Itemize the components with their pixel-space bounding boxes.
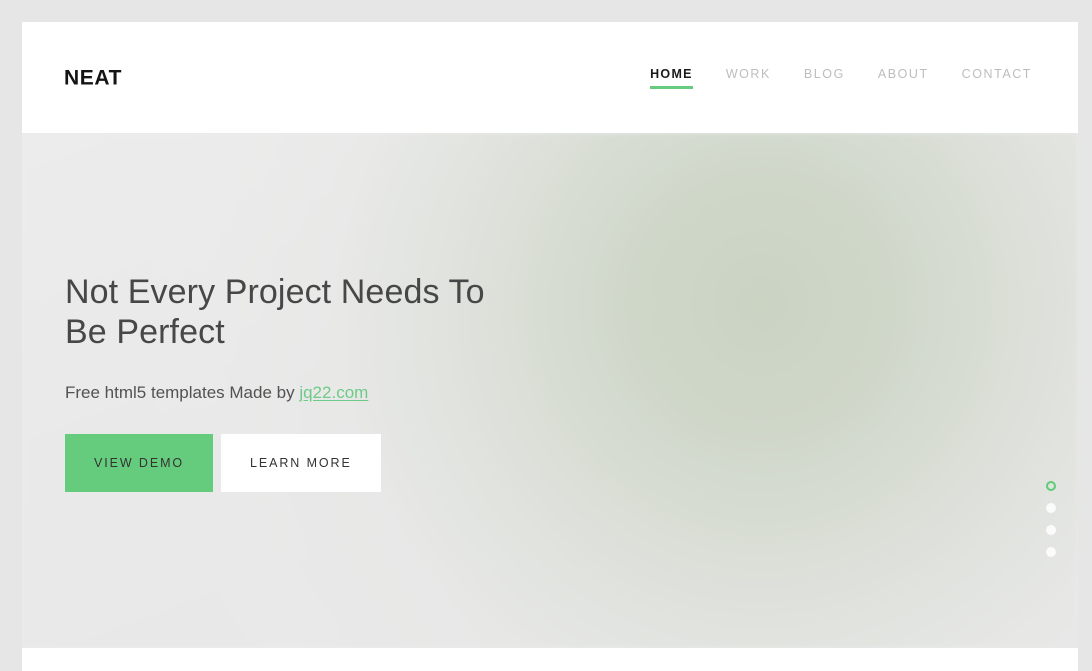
hero-action-buttons: VIEW DEMO LEARN MORE: [65, 434, 605, 492]
view-demo-button[interactable]: VIEW DEMO: [65, 434, 214, 492]
nav-item-work[interactable]: WORK: [726, 67, 771, 89]
nav-item-home[interactable]: HOME: [650, 67, 693, 89]
nav-item-about[interactable]: ABOUT: [878, 67, 929, 89]
main-navigation: HOME WORK BLOG ABOUT CONTACT: [650, 67, 1032, 89]
hero-subtitle-text: Free html5 templates Made by: [65, 383, 300, 402]
next-section-strip: [22, 648, 1078, 671]
hero-subtitle: Free html5 templates Made by jq22.com: [65, 382, 605, 404]
slider-dot-1[interactable]: [1046, 481, 1056, 491]
nav-item-contact[interactable]: CONTACT: [962, 67, 1032, 89]
brand-logo[interactable]: NEAT: [64, 67, 122, 88]
slider-dot-4[interactable]: [1046, 547, 1056, 557]
hero-content: Not Every Project Needs To Be Perfect Fr…: [65, 272, 605, 492]
header-inner: NEAT HOME WORK BLOG ABOUT CONTACT: [22, 22, 1078, 133]
site-header: NEAT HOME WORK BLOG ABOUT CONTACT: [22, 22, 1078, 133]
page-root: NEAT HOME WORK BLOG ABOUT CONTACT Not Ev…: [0, 0, 1092, 671]
slider-pagination: [1046, 481, 1056, 557]
nav-item-blog[interactable]: BLOG: [804, 67, 845, 89]
learn-more-button[interactable]: LEARN MORE: [221, 434, 381, 492]
slider-dot-3[interactable]: [1046, 525, 1056, 535]
hero-title: Not Every Project Needs To Be Perfect: [65, 273, 485, 351]
hero-subtitle-link[interactable]: jq22.com: [299, 383, 368, 402]
slider-dot-2[interactable]: [1046, 503, 1056, 513]
hero-section: Not Every Project Needs To Be Perfect Fr…: [22, 133, 1078, 648]
